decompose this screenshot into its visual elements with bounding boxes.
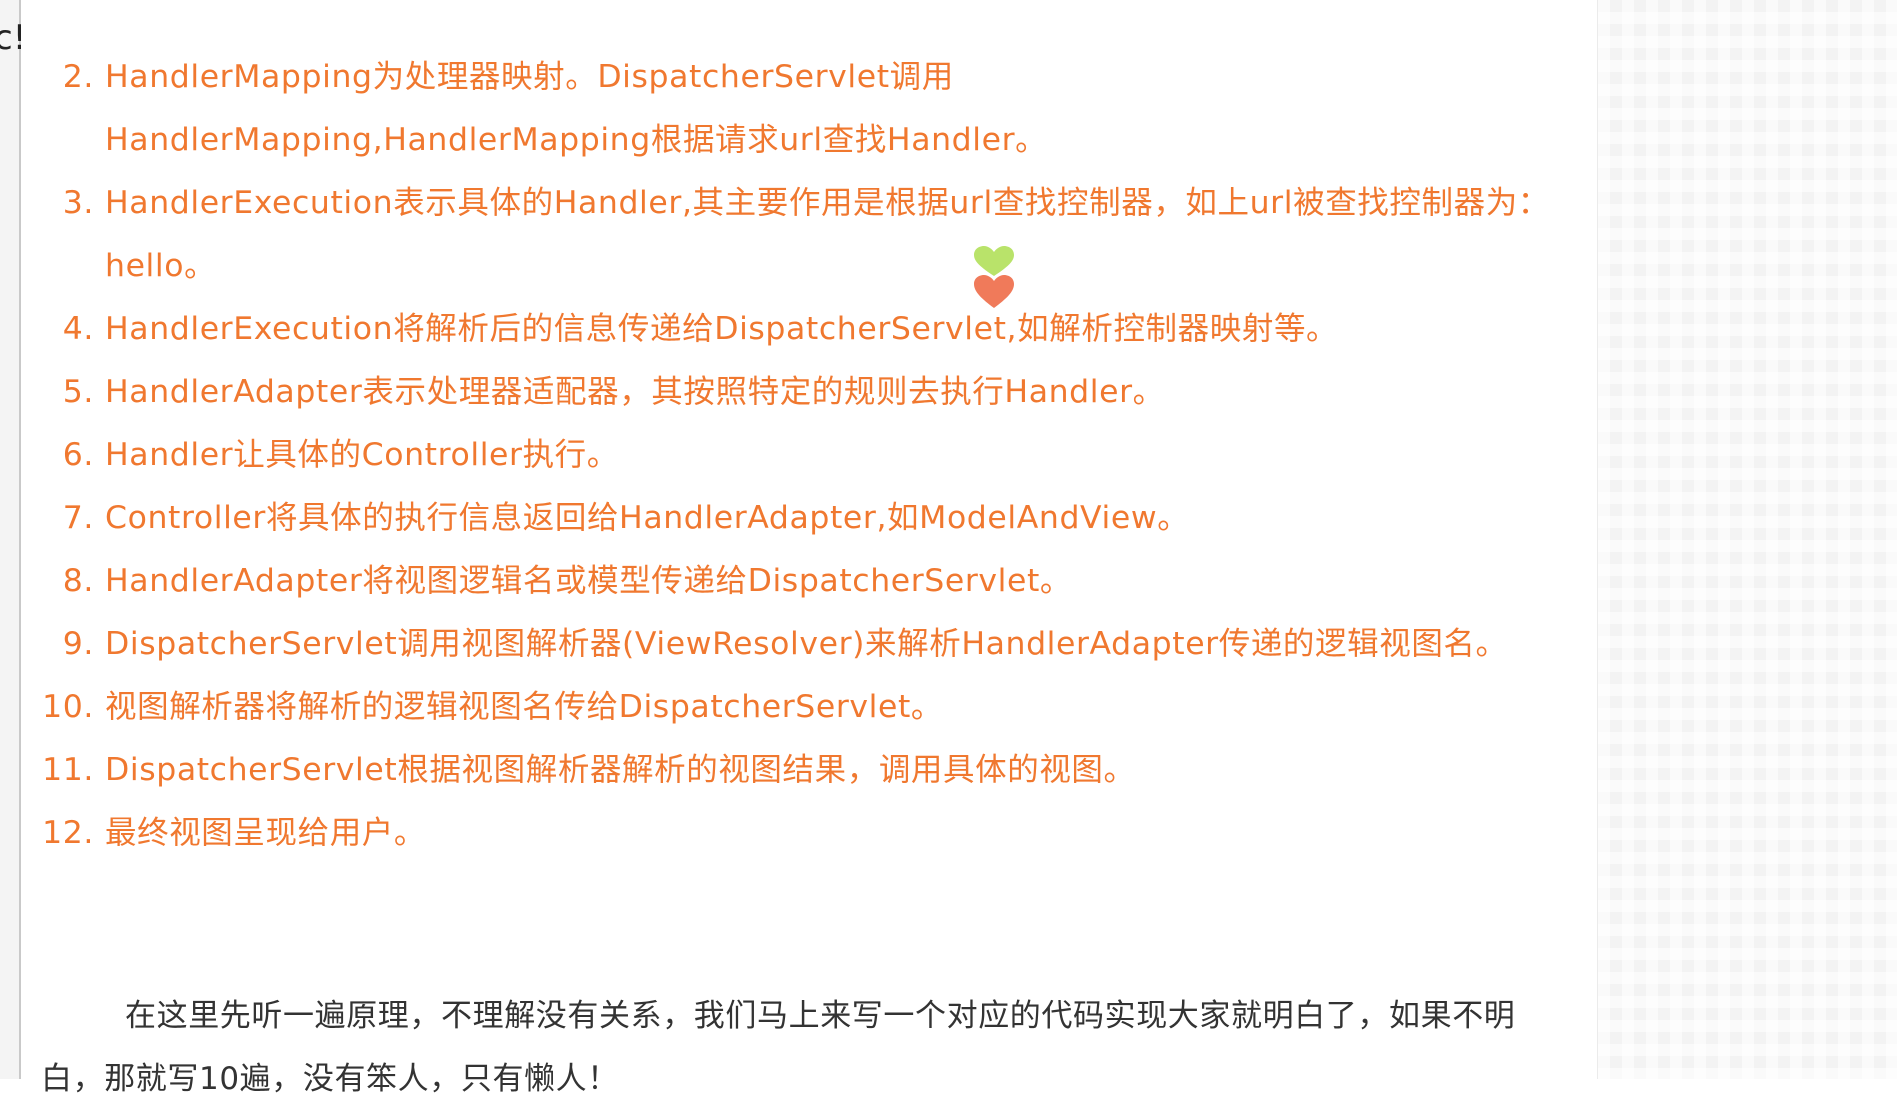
list-item-number: 3. xyxy=(62,185,94,221)
list-item-text: 视图解析器将解析的逻辑视图名传给DispatcherServlet。 xyxy=(105,689,944,725)
list-item-number: 9. xyxy=(62,626,94,662)
steps-list: 2. HandlerMapping为处理器映射。DispatcherServle… xyxy=(21,46,1581,865)
list-item-text: HandlerExecution表示具体的Handler,其主要作用是根据url… xyxy=(105,185,1550,284)
list-item-number: 2. xyxy=(62,59,94,95)
list-item-text: Controller将具体的执行信息返回给HandlerAdapter,如Mod… xyxy=(105,500,1190,536)
list-item-number: 7. xyxy=(62,500,94,536)
list-item-number: 4. xyxy=(62,311,94,347)
list-item-text: 最终视图呈现给用户。 xyxy=(105,815,427,851)
list-item: 6. Handler让具体的Controller执行。 xyxy=(21,424,1581,487)
heart-icon xyxy=(974,246,1014,308)
list-item-text: HandlerAdapter表示处理器适配器，其按照特定的规则去执行Handle… xyxy=(105,374,1165,410)
heart-icon-top xyxy=(974,246,1014,276)
list-item: 4. HandlerExecution将解析后的信息传递给DispatcherS… xyxy=(21,298,1581,361)
list-item-number: 5. xyxy=(62,374,94,410)
list-item-text: Handler让具体的Controller执行。 xyxy=(105,437,619,473)
list-item-number: 10. xyxy=(42,689,94,725)
list-item: 7. Controller将具体的执行信息返回给HandlerAdapter,如… xyxy=(21,487,1581,550)
summary-paragraph: 在这里先听一遍原理，不理解没有关系，我们马上来写一个对应的代码实现大家就明白了，… xyxy=(41,998,1516,1097)
list-item-number: 6. xyxy=(62,437,94,473)
window-left-edge xyxy=(0,0,19,1079)
list-item: 3. HandlerExecution表示具体的Handler,其主要作用是根据… xyxy=(21,172,1581,298)
right-gutter xyxy=(1597,0,1897,1079)
list-item: 2. HandlerMapping为处理器映射。DispatcherServle… xyxy=(21,46,1581,172)
document-content: 2. HandlerMapping为处理器映射。DispatcherServle… xyxy=(21,0,1597,1097)
list-item-text: DispatcherServlet根据视图解析器解析的视图结果，调用具体的视图。 xyxy=(105,752,1136,788)
list-item: 5. HandlerAdapter表示处理器适配器，其按照特定的规则去执行Han… xyxy=(21,361,1581,424)
list-item: 8. HandlerAdapter将视图逻辑名或模型传递给DispatcherS… xyxy=(21,550,1581,613)
list-item: 9. DispatcherServlet调用视图解析器(ViewResolver… xyxy=(21,613,1581,676)
list-item-number: 12. xyxy=(42,815,94,851)
list-item-text: HandlerMapping为处理器映射。DispatcherServlet调用… xyxy=(105,59,1048,158)
list-item: 12. 最终视图呈现给用户。 xyxy=(21,802,1581,865)
list-item-number: 11. xyxy=(42,752,94,788)
list-item: 11. DispatcherServlet根据视图解析器解析的视图结果，调用具体… xyxy=(21,739,1581,802)
list-item-text: HandlerExecution将解析后的信息传递给DispatcherServ… xyxy=(105,311,1339,347)
list-item-number: 8. xyxy=(62,563,94,599)
list-item: 10. 视图解析器将解析的逻辑视图名传给DispatcherServlet。 xyxy=(21,676,1581,739)
list-item-text: HandlerAdapter将视图逻辑名或模型传递给DispatcherServ… xyxy=(105,563,1073,599)
heart-icon-bottom xyxy=(974,275,1014,308)
list-item-text: DispatcherServlet调用视图解析器(ViewResolver)来解… xyxy=(105,626,1508,662)
